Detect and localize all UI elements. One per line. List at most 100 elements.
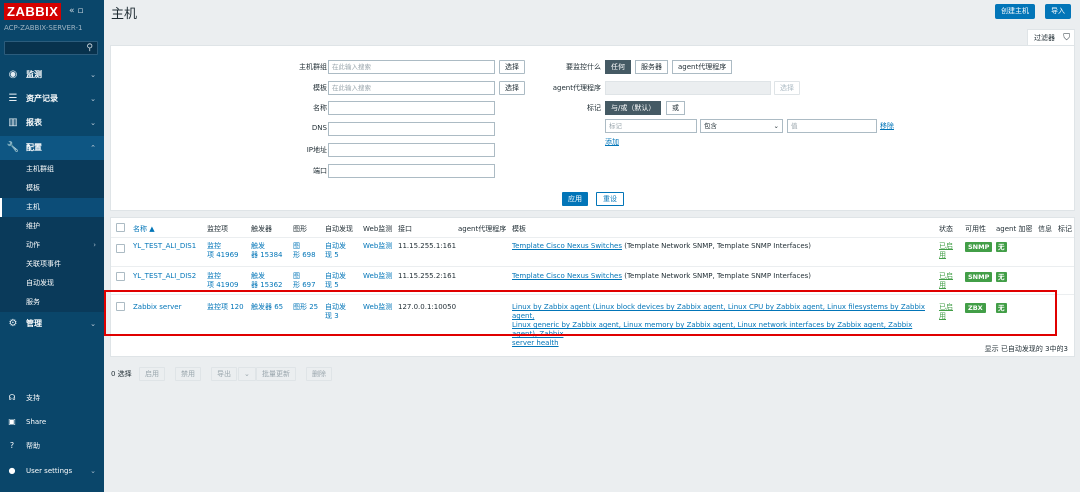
- graphs-link[interactable]: 图形 698: [293, 242, 316, 260]
- col-interface: 接口: [398, 225, 412, 233]
- sidebar-item-host-groups[interactable]: 主机群组: [0, 160, 104, 179]
- nav-reports[interactable]: ▥ 报表 ⌄: [0, 111, 104, 135]
- enable-button[interactable]: 启用: [139, 367, 165, 381]
- table-row: YL_TEST_ALI_DIS2 监控项 41909 触发器 15362 图形 …: [111, 266, 1074, 291]
- availability-badge: SNMP: [965, 272, 993, 282]
- web-link[interactable]: Web监测: [363, 272, 392, 281]
- col-name[interactable]: 名称 ▲: [133, 224, 155, 234]
- sidebar-item-maintenance[interactable]: 维护: [0, 217, 104, 236]
- row-checkbox[interactable]: [116, 272, 125, 281]
- main-content: 主机 创建主机 导入 过滤器 ⛉ 主机群组 在此输入搜索 选择 模板 在此输入搜索…: [104, 0, 1080, 492]
- host-group-select-button[interactable]: 选择: [499, 60, 525, 74]
- host-group-input[interactable]: 在此输入搜索: [328, 60, 495, 74]
- discovery-link[interactable]: 自动发现 5: [325, 272, 346, 290]
- reset-button[interactable]: 重设: [596, 192, 624, 206]
- chevron-down-icon: ⌄: [90, 71, 96, 79]
- status-toggle[interactable]: 已启用: [939, 242, 953, 260]
- select-all-checkbox[interactable]: [116, 223, 125, 232]
- tag-remove-link[interactable]: 移除: [880, 122, 894, 131]
- chevron-down-icon: ⌄: [90, 95, 96, 103]
- host-name-link[interactable]: YL_TEST_ALI_DIS1: [133, 242, 196, 251]
- import-button[interactable]: 导入: [1045, 4, 1071, 19]
- list-icon: ☰: [8, 93, 18, 104]
- web-link[interactable]: Web监测: [363, 242, 392, 251]
- sidebar-item-actions[interactable]: 动作 ›: [0, 236, 104, 255]
- export-menu-button[interactable]: ⌄: [238, 367, 256, 381]
- delete-button[interactable]: 删除: [306, 367, 332, 381]
- chevron-down-icon: ⌄: [90, 467, 96, 475]
- filter-tab[interactable]: 过滤器 ⛉: [1027, 29, 1075, 46]
- col-proxy: agent代理程序: [458, 225, 507, 233]
- monitored-by-label: 要监控什么: [566, 63, 601, 71]
- col-info: 信息: [1038, 225, 1052, 233]
- status-toggle[interactable]: 已启用: [939, 272, 953, 290]
- interface-value: 11.15.255.2:161: [398, 272, 457, 280]
- template-input[interactable]: 在此输入搜索: [328, 81, 495, 95]
- server-name: ACP-ZABBIX-SERVER-1: [4, 24, 83, 32]
- sidebar-item-hosts[interactable]: 主机: [0, 198, 104, 217]
- tag-add-link[interactable]: 添加: [605, 138, 619, 147]
- sidebar-item-discovery[interactable]: 自动发现: [0, 274, 104, 293]
- dns-input[interactable]: [328, 122, 495, 136]
- port-input[interactable]: [328, 164, 495, 178]
- sidebar-share[interactable]: ▣ Share: [0, 410, 104, 434]
- tag-value-input[interactable]: 值: [787, 119, 877, 133]
- sidebar-item-event-correlation[interactable]: 关联项事件: [0, 255, 104, 274]
- sidebar-help[interactable]: ? 帮助: [0, 434, 104, 458]
- row-checkbox[interactable]: [116, 244, 125, 253]
- ip-label: IP地址: [306, 146, 327, 154]
- col-triggers: 触发器: [251, 225, 272, 233]
- page-title: 主机: [111, 7, 138, 22]
- mass-update-button[interactable]: 批量更新: [256, 367, 296, 381]
- template-select-button[interactable]: 选择: [499, 81, 525, 95]
- graphs-link[interactable]: 图形 697: [293, 272, 316, 290]
- tag-name-input[interactable]: 标记: [605, 119, 697, 133]
- nav-administration[interactable]: ⚙ 管理 ⌄: [0, 312, 104, 336]
- sidebar-user-settings[interactable]: ● User settings ⌄: [0, 459, 104, 483]
- col-status: 状态: [939, 225, 953, 233]
- triggers-link[interactable]: 触发器 15362: [251, 272, 283, 290]
- col-web: Web监测: [363, 225, 393, 233]
- proxy-select-button: 选择: [774, 81, 800, 95]
- search-icon[interactable]: ⚲: [86, 43, 93, 53]
- collapse-sidebar-icon[interactable]: « ▫: [69, 6, 83, 16]
- ip-input[interactable]: [328, 143, 495, 157]
- triggers-link[interactable]: 触发器 15384: [251, 242, 283, 260]
- dns-label: DNS: [311, 124, 327, 132]
- chevron-up-icon: ⌃: [90, 144, 96, 152]
- discovery-link[interactable]: 自动发现 5: [325, 242, 346, 260]
- monitored-by-server[interactable]: 服务器: [635, 60, 668, 74]
- chevron-down-icon: ⌄: [90, 119, 96, 127]
- sidebar-item-templates[interactable]: 模板: [0, 179, 104, 198]
- disable-button[interactable]: 禁用: [175, 367, 201, 381]
- sidebar: ZABBIX « ▫ ACP-ZABBIX-SERVER-1 ⚲ ◉ 监测 ⌄ ☰ 资…: [0, 0, 104, 492]
- nav-inventory[interactable]: ☰ 资产记录 ⌄: [0, 87, 104, 111]
- name-input[interactable]: [328, 101, 495, 115]
- nav-configuration[interactable]: 🔧 配置 ⌃: [0, 136, 104, 160]
- col-encryption: agent 加密: [996, 225, 1033, 233]
- tag-mode-and-or[interactable]: 与/或（默认）: [605, 101, 662, 115]
- items-link[interactable]: 监控项 41909: [207, 272, 239, 290]
- sidebar-search-input[interactable]: ⚲: [4, 41, 98, 55]
- sidebar-support[interactable]: ☊ 支持: [0, 386, 104, 410]
- zabbix-logo[interactable]: ZABBIX: [4, 3, 62, 20]
- nav-monitoring[interactable]: ◉ 监测 ⌄: [0, 63, 104, 87]
- tag-operator-select[interactable]: 包含 ⌄: [700, 119, 783, 133]
- monitored-by-proxy[interactable]: agent代理程序: [672, 60, 733, 74]
- create-host-button[interactable]: 创建主机: [995, 4, 1035, 19]
- monitored-by-any[interactable]: 任何: [605, 60, 631, 74]
- wrench-icon: 🔧: [6, 142, 20, 153]
- host-group-label: 主机群组: [299, 63, 327, 71]
- sidebar-item-services[interactable]: 服务: [0, 293, 104, 312]
- col-availability: 可用性: [965, 225, 986, 233]
- tag-mode-or[interactable]: 或: [666, 101, 685, 115]
- hosts-table: 名称 ▲ 监控项 触发器 图形 自动发现 Web监测 接口 agent代理程序 …: [110, 217, 1075, 357]
- headset-icon: ☊: [8, 393, 16, 402]
- tags-label: 标记: [587, 104, 601, 112]
- availability-badge: SNMP: [965, 242, 993, 252]
- host-name-link[interactable]: YL_TEST_ALI_DIS2: [133, 272, 196, 281]
- items-link[interactable]: 监控项 41969: [207, 242, 239, 260]
- export-button[interactable]: 导出: [211, 367, 237, 381]
- filter-panel: 主机群组 在此输入搜索 选择 模板 在此输入搜索 选择 名称 DNS IP地址 …: [110, 45, 1075, 230]
- apply-button[interactable]: 应用: [562, 192, 588, 206]
